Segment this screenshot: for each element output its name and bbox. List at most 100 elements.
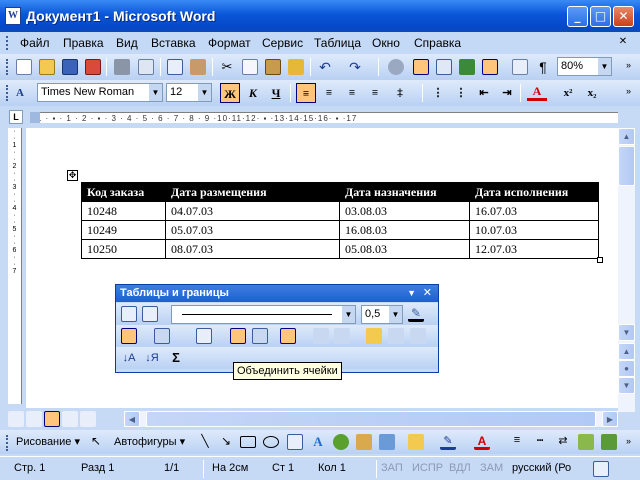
arrow-icon[interactable]: ↘	[218, 434, 234, 450]
menu-file[interactable]: Файл	[20, 36, 50, 50]
line-spacing-button[interactable]: ‡	[390, 83, 410, 103]
show-formatting-icon[interactable]: ¶	[535, 59, 551, 75]
ruler-scale[interactable]: · 1 · ▪ · 1 · 2 · ▪ · 3 · 4 · 5 · 6 · 7 …	[30, 112, 618, 123]
scroll-left-button[interactable]: ◀	[124, 411, 140, 427]
align-center-button[interactable]: ≡	[319, 83, 339, 103]
cut-icon[interactable]: ✂	[219, 59, 235, 75]
status-record-macro[interactable]: ЗАП	[381, 462, 403, 474]
maximize-button[interactable]: □	[590, 6, 611, 27]
zoom-select[interactable]: 80% ▼	[557, 57, 612, 76]
merge-cells-icon[interactable]	[230, 328, 246, 344]
document-map-icon[interactable]	[512, 59, 528, 75]
table-cell[interactable]: 10.07.03	[469, 220, 599, 240]
decrease-indent-button[interactable]: ⇤	[474, 83, 494, 103]
picture-icon[interactable]	[379, 434, 395, 450]
sort-descending-icon[interactable]: ↓Я	[144, 350, 160, 366]
vertical-scrollbar[interactable]: ▲ ▲ ● ▼ ▼	[618, 128, 635, 412]
menu-help[interactable]: Справка	[414, 36, 461, 50]
scroll-up-button[interactable]: ▲	[618, 128, 635, 145]
menu-close-icon[interactable]: ✕	[612, 36, 634, 50]
line-color-icon[interactable]: ✎	[440, 434, 456, 450]
line-weight-select[interactable]: 0,5 ▼	[361, 305, 403, 324]
print-layout-icon[interactable]	[44, 411, 60, 427]
oval-icon[interactable]	[263, 436, 279, 448]
status-extend[interactable]: ВДЛ	[449, 462, 471, 474]
spelling-status-icon[interactable]	[593, 461, 609, 477]
3d-style-icon[interactable]	[601, 434, 617, 450]
close-icon[interactable]: ✕	[423, 285, 432, 302]
tables-borders-icon[interactable]	[413, 59, 429, 75]
table-cell[interactable]: 10248	[81, 201, 166, 221]
drawing-menu-button[interactable]: Рисование ▾	[16, 435, 80, 448]
menu-grip[interactable]	[6, 36, 9, 50]
outside-borders-icon[interactable]	[121, 328, 137, 344]
table-cell[interactable]: 05.07.03	[165, 220, 340, 240]
menu-edit[interactable]: Правка	[63, 36, 104, 50]
scroll-up-page-button[interactable]: ▲	[618, 343, 635, 360]
table-cell[interactable]: 10250	[81, 239, 166, 259]
toolbar-grip[interactable]	[6, 85, 9, 101]
word-app-icon[interactable]: W	[5, 7, 21, 25]
table-cell[interactable]: 05.08.03	[339, 239, 470, 259]
scroll-thumb[interactable]	[618, 146, 635, 186]
toolbar-options-icon[interactable]: »	[626, 60, 631, 70]
horizontal-scroll-thumb[interactable]	[146, 411, 596, 427]
table-header-cell[interactable]: Код заказа	[81, 182, 166, 202]
sort-ascending-icon[interactable]: ↓A	[121, 350, 137, 366]
outline-view-icon[interactable]	[62, 411, 78, 427]
table-cell[interactable]: 08.07.03	[165, 239, 340, 259]
toolbar-options-icon[interactable]: »	[626, 86, 631, 96]
horizontal-ruler[interactable]: L · 1 · ▪ · 1 · 2 · ▪ · 3 · 4 · 5 · 6 · …	[0, 108, 640, 126]
open-folder-icon[interactable]	[39, 59, 55, 75]
font-size-select[interactable]: 12 ▼	[166, 83, 212, 102]
line-style-select[interactable]: ▼	[171, 305, 356, 324]
horizontal-scrollbar[interactable]: ◀ ▶	[124, 411, 618, 427]
fill-color-icon[interactable]	[408, 434, 424, 450]
normal-view-icon[interactable]	[8, 411, 24, 427]
status-track-changes[interactable]: ИСПР	[412, 462, 443, 474]
research-icon[interactable]	[190, 59, 206, 75]
new-document-icon[interactable]	[16, 59, 32, 75]
table-cell[interactable]: 16.07.03	[469, 201, 599, 221]
toolbar-grip[interactable]	[6, 435, 9, 451]
hyperlink-icon[interactable]	[388, 59, 404, 75]
insert-table-icon[interactable]	[196, 328, 212, 344]
table-cell[interactable]: 03.08.03	[339, 201, 470, 221]
redo-icon[interactable]: ↷	[347, 59, 363, 75]
copy-icon[interactable]	[242, 59, 258, 75]
justify-button[interactable]: ≡	[365, 83, 385, 103]
font-select[interactable]: Times New Roman ▼	[37, 83, 163, 102]
eraser-icon[interactable]	[142, 306, 158, 322]
subscript-button[interactable]: x₂	[582, 83, 602, 103]
orders-table[interactable]: Код заказа Дата размещения Дата назначен…	[81, 182, 599, 259]
italic-button[interactable]: К	[243, 83, 263, 103]
browse-object-button[interactable]: ●	[618, 360, 635, 377]
arrow-style-icon[interactable]: ⇄	[555, 434, 571, 450]
shadow-style-icon[interactable]	[578, 434, 594, 450]
toolbar-grip[interactable]	[6, 59, 9, 75]
table-cell[interactable]: 12.07.03	[469, 239, 599, 259]
text-box-icon[interactable]	[287, 434, 303, 450]
table-cell[interactable]: 16.08.03	[339, 220, 470, 240]
text-direction-icon[interactable]	[410, 328, 426, 344]
distribute-rows-icon[interactable]	[313, 328, 329, 344]
diagram-icon[interactable]	[333, 434, 349, 450]
font-color-icon[interactable]: A	[474, 434, 490, 450]
show-gridlines-icon[interactable]	[388, 328, 404, 344]
insert-table-icon[interactable]	[436, 59, 452, 75]
tables-borders-toolbar[interactable]: Таблицы и границы ▼ ✕ ▼ 0,5 ▼ ✎ ↓A ↓Я Σ	[115, 284, 439, 373]
increase-indent-button[interactable]: ⇥	[497, 83, 517, 103]
scroll-down-page-button[interactable]: ▼	[618, 377, 635, 394]
split-cells-icon[interactable]	[252, 328, 268, 344]
rectangle-icon[interactable]	[240, 436, 256, 448]
select-objects-icon[interactable]: ↖	[88, 434, 104, 450]
menu-view[interactable]: Вид	[116, 36, 138, 50]
autosum-icon[interactable]: Σ	[168, 350, 184, 366]
save-icon[interactable]	[62, 59, 78, 75]
border-color-icon[interactable]: ✎	[408, 306, 424, 322]
vertical-ruler[interactable]: · · 1 · · 2 · · 3 · · 4 · · 5 · · 6 · · 7	[8, 128, 22, 404]
close-button[interactable]: ✕	[613, 6, 634, 27]
table-header-cell[interactable]: Дата исполнения	[469, 182, 599, 202]
status-language[interactable]: русский (Ро	[512, 462, 571, 474]
format-painter-icon[interactable]	[288, 59, 304, 75]
